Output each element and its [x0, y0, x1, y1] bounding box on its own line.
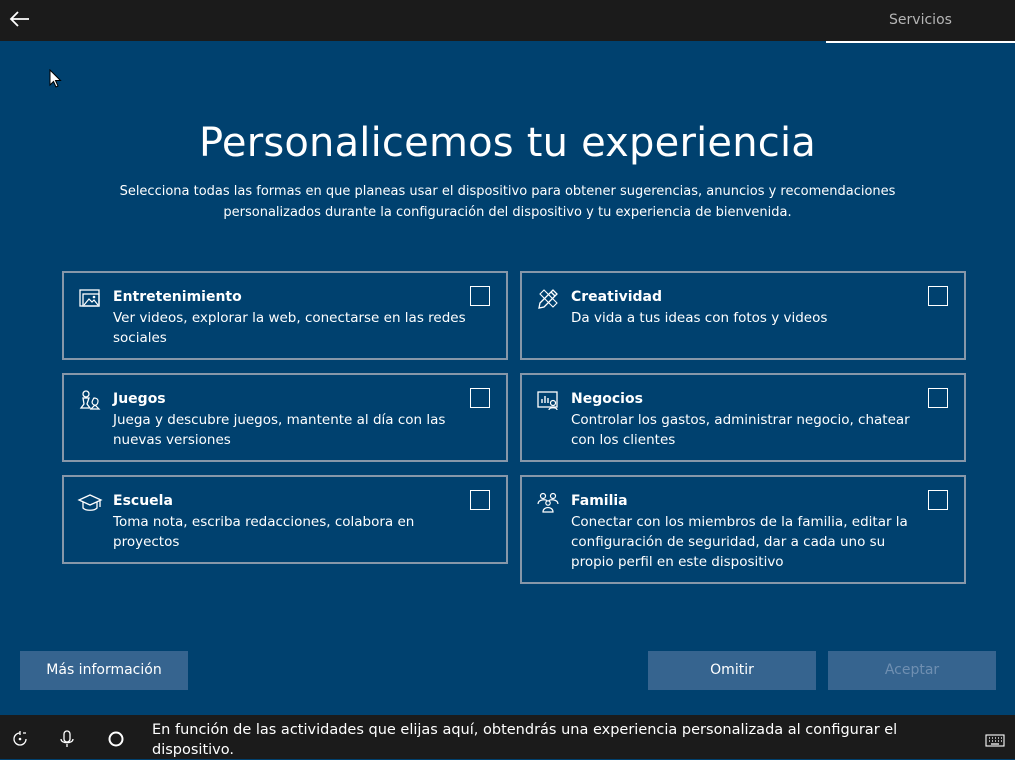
back-button[interactable]	[8, 6, 34, 32]
accessibility-icon[interactable]	[10, 729, 30, 749]
games-checkbox[interactable]	[470, 388, 490, 408]
pen-ruler-icon	[538, 289, 558, 309]
creativity-checkbox[interactable]	[928, 286, 948, 306]
desc-line: nuevas versiones	[113, 432, 231, 448]
mouse-cursor-icon	[49, 69, 62, 88]
business-chart-icon	[537, 391, 558, 411]
desc-line: proyectos	[113, 534, 180, 550]
desc-line: Ver videos, explorar la web, conectarse …	[113, 310, 466, 326]
card-title: Juegos	[113, 391, 166, 407]
card-description: Ver videos, explorar la web, conectarse …	[113, 308, 466, 348]
card-title: Entretenimiento	[113, 289, 242, 305]
caption-line: dispositivo.	[152, 742, 234, 758]
option-card-entertainment[interactable]: Entretenimiento Ver videos, explorar la …	[62, 271, 508, 360]
desc-line: propio perfil en este dispositivo	[571, 554, 784, 570]
step-label-services: Servicios	[889, 12, 952, 28]
card-description: Conectar con los miembros de la familia,…	[571, 512, 908, 572]
card-title: Escuela	[113, 493, 173, 509]
option-card-school[interactable]: Escuela Toma nota, escriba redacciones, …	[62, 475, 508, 564]
page-title: Personalicemos tu experiencia	[198, 120, 816, 166]
family-checkbox[interactable]	[928, 490, 948, 510]
narration-caption: En función de las actividades que elijas…	[152, 720, 912, 760]
caption-line: En función de las actividades que elijas…	[152, 722, 898, 738]
desc-line: Controlar los gastos, administrar negoci…	[571, 412, 910, 428]
option-card-business[interactable]: Negocios Controlar los gastos, administr…	[520, 373, 966, 462]
school-checkbox[interactable]	[470, 490, 490, 510]
top-bar: Servicios	[0, 0, 1015, 41]
option-card-games[interactable]: Juegos Juega y descubre juegos, mantente…	[62, 373, 508, 462]
desc-line: configuración de seguridad, dar a cada u…	[571, 534, 886, 550]
family-icon	[537, 492, 559, 513]
microphone-icon[interactable]	[57, 729, 77, 749]
card-title: Negocios	[571, 391, 643, 407]
accept-button[interactable]: Aceptar	[828, 651, 996, 690]
skip-button[interactable]: Omitir	[648, 651, 816, 690]
card-description: Toma nota, escriba redacciones, colabora…	[113, 512, 414, 552]
option-card-family[interactable]: Familia Conectar con los miembros de la …	[520, 475, 966, 584]
game-pieces-icon	[79, 390, 101, 410]
card-title: Creatividad	[571, 289, 663, 305]
desc-line: Juega y descubre juegos, mantente al día…	[113, 412, 446, 428]
cortana-icon[interactable]	[106, 729, 126, 749]
entertainment-checkbox[interactable]	[470, 286, 490, 306]
arrow-left-icon	[9, 11, 29, 27]
desc-line: sociales	[113, 330, 167, 346]
card-description: Juega y descubre juegos, mantente al día…	[113, 410, 445, 450]
bottom-bar: En función de las actividades que elijas…	[0, 715, 1015, 759]
desc-line: con los clientes	[571, 432, 676, 448]
more-info-button[interactable]: Más información	[20, 651, 188, 690]
desc-line: Toma nota, escriba redacciones, colabora…	[113, 514, 415, 530]
keyboard-icon[interactable]	[985, 731, 1005, 751]
card-description: Da vida a tus ideas con fotos y videos	[571, 308, 827, 328]
subtitle-line: Selecciona todas las formas en que plane…	[119, 184, 896, 199]
subtitle-line: personalizados durante la configuración …	[223, 205, 792, 220]
option-card-creativity[interactable]: Creatividad Da vida a tus ideas con foto…	[520, 271, 966, 360]
desc-line: Da vida a tus ideas con fotos y videos	[571, 310, 828, 326]
step-indicator	[826, 41, 1015, 43]
page-subtitle: Selecciona todas las formas en que plane…	[90, 181, 925, 223]
media-icon	[79, 289, 100, 307]
card-title: Familia	[571, 493, 628, 509]
graduation-cap-icon	[77, 494, 103, 511]
desc-line: Conectar con los miembros de la familia,…	[571, 514, 908, 530]
card-description: Controlar los gastos, administrar negoci…	[571, 410, 910, 450]
business-checkbox[interactable]	[928, 388, 948, 408]
